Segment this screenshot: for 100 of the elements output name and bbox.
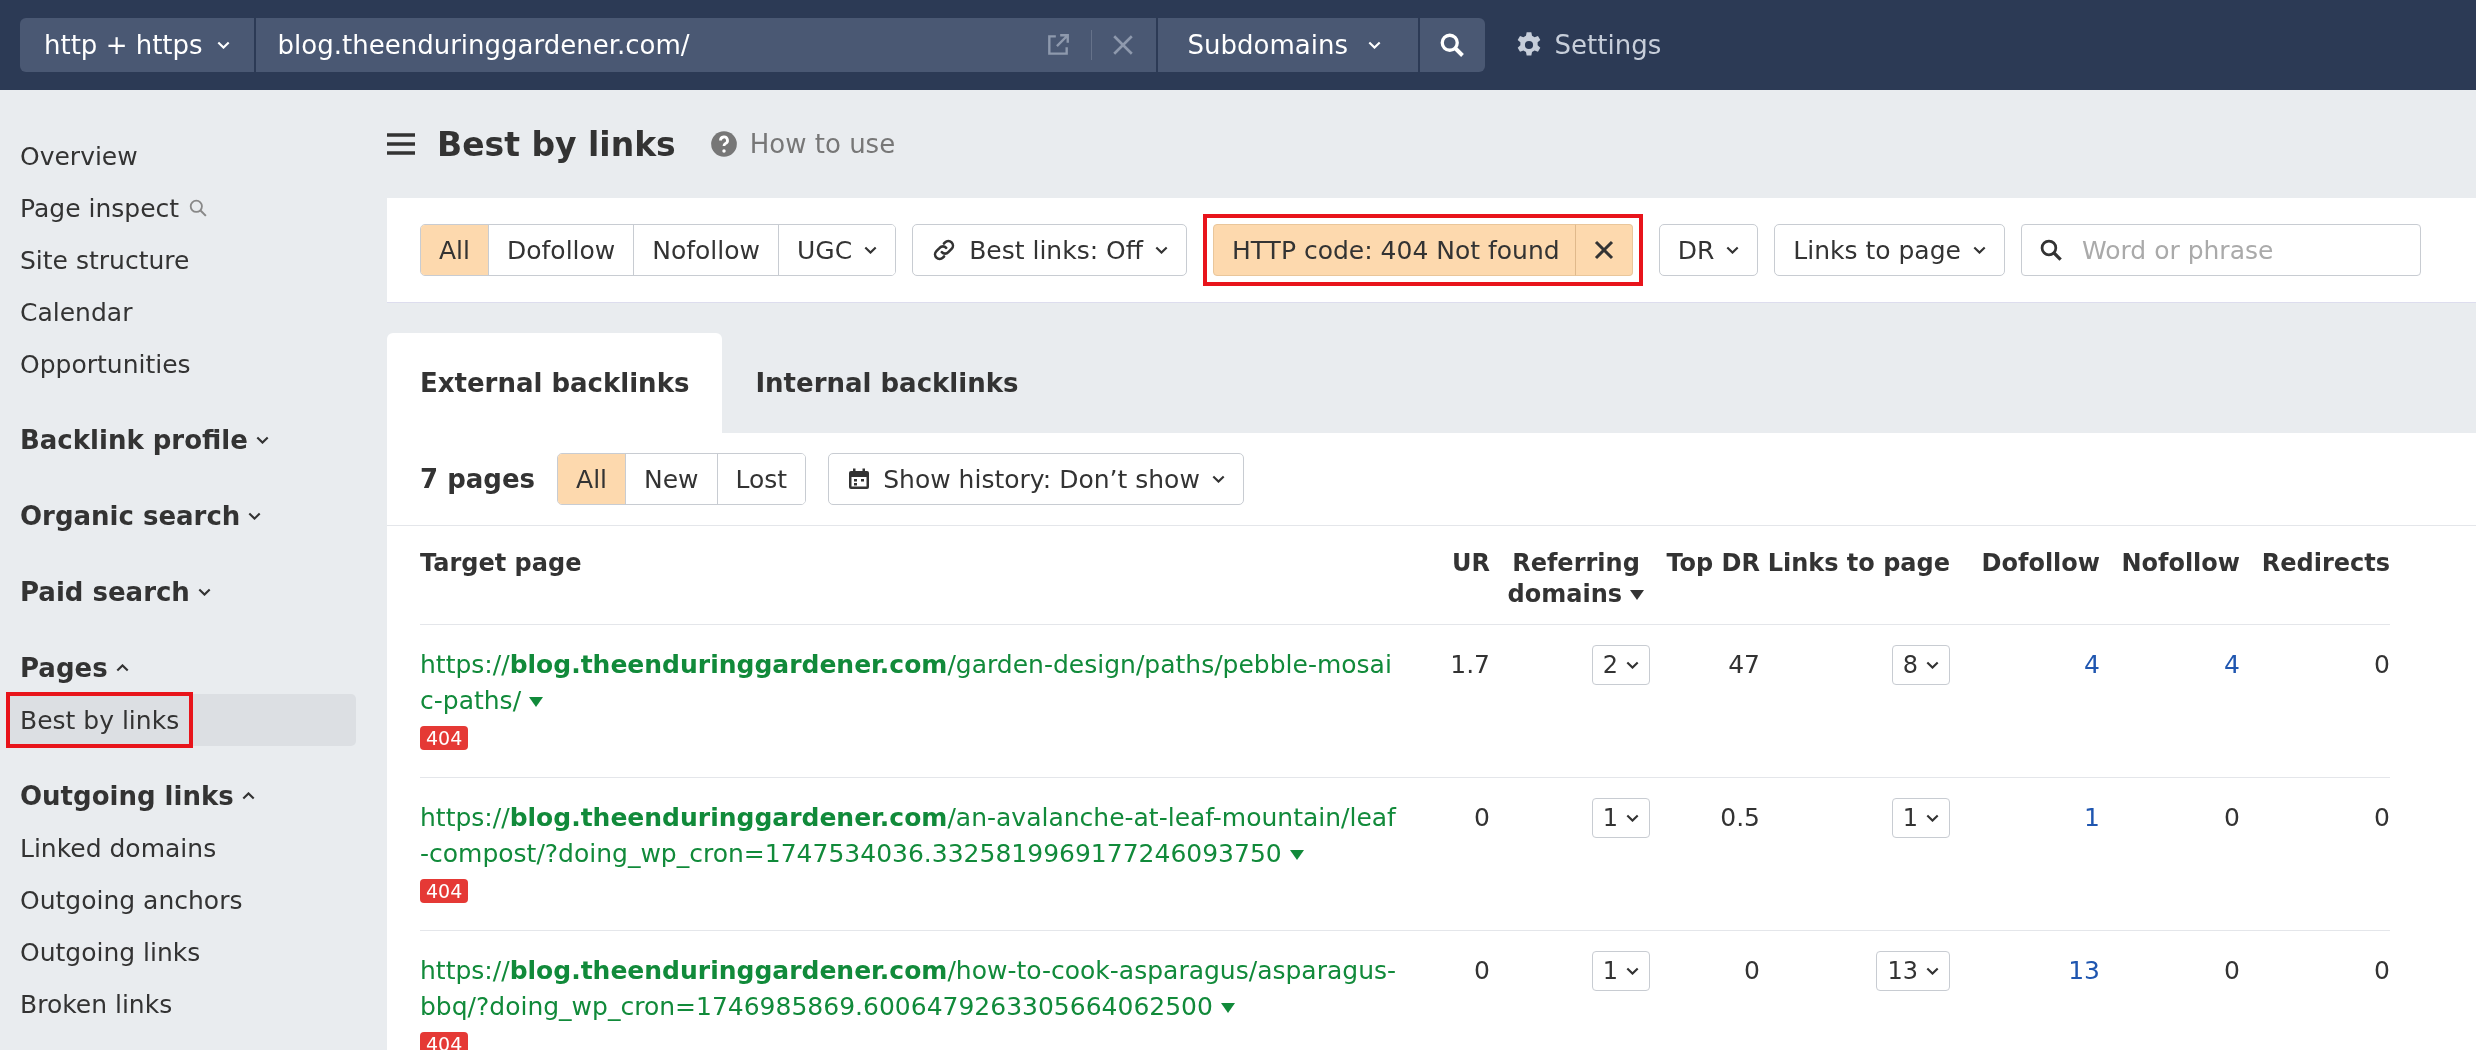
chevron-down-icon [1626, 814, 1639, 822]
status-badge: 404 [420, 726, 469, 750]
dropdown-triangle-icon[interactable] [1220, 1003, 1235, 1013]
sidebar-item[interactable]: Page inspect [8, 182, 220, 234]
chevron-down-icon [1726, 246, 1740, 254]
help-icon [709, 130, 738, 158]
chevron-up-icon [115, 664, 129, 672]
filter-option[interactable]: UGC [778, 225, 896, 275]
column-header[interactable]: Top DR [1666, 548, 1760, 579]
close-button[interactable] [1574, 224, 1633, 276]
chevron-down-icon [1926, 967, 1939, 975]
target-page-link[interactable]: https://blog.theenduringgardener.com/garden-design/paths/pebble-mosaic-paths/ [420, 647, 1400, 719]
value-dropdown[interactable]: 8 [1891, 645, 1950, 685]
search-icon [1440, 33, 1465, 57]
url-bar[interactable]: blog.theenduringgardener.com/ [255, 18, 1156, 72]
target-page-link[interactable]: https://blog.theenduringgardener.com/an-avalanche-at-leaf-mountain/leaf-compost/?doing_wp_cron=1747534036.3325819969177246093750 [420, 800, 1400, 872]
filter-dropdown[interactable]: DR [1658, 224, 1759, 276]
count-link[interactable]: 13 [2068, 953, 2100, 989]
table-cell-text: 0 [2374, 802, 2390, 834]
search-field[interactable]: Word or phrase [2020, 224, 2421, 276]
chevron-down-icon [1926, 661, 1939, 669]
page-count: 7 pages [420, 464, 536, 494]
search-button[interactable] [1419, 18, 1485, 72]
chevron-down-icon [1972, 246, 1986, 254]
value-dropdown[interactable]: 1 [1591, 951, 1650, 991]
calendar-icon [847, 467, 872, 491]
dropdown-triangle-icon[interactable] [1289, 850, 1304, 860]
sidebar-item[interactable]: Site structure [8, 234, 202, 286]
search-icon [189, 199, 208, 217]
chevron-down-icon [216, 41, 230, 49]
column-header[interactable]: Dofollow [1981, 548, 2100, 579]
dropdown-triangle-icon[interactable] [529, 697, 543, 707]
page-title: Best by links [437, 124, 676, 164]
sidebar-item[interactable]: Broken links [8, 978, 185, 1030]
sidebar-item[interactable]: Overview [8, 130, 150, 182]
table-cell-text: 0 [2224, 955, 2240, 987]
chevron-down-icon [248, 512, 262, 520]
tab[interactable]: Internal backlinks [722, 333, 1052, 433]
column-header[interactable]: Links to page [1767, 548, 1950, 579]
count-link[interactable]: 4 [2224, 647, 2240, 683]
chevron-down-icon [1211, 475, 1225, 483]
sidebar-item[interactable]: Best by links [8, 694, 192, 746]
protocol-dropdown[interactable]: http + https [20, 18, 254, 72]
history-option[interactable]: Lost [716, 454, 806, 504]
value-dropdown[interactable]: 1 [1591, 798, 1650, 838]
value-dropdown[interactable]: 2 [1591, 645, 1650, 685]
sort-descending-icon [1630, 590, 1645, 600]
count-link[interactable]: 1 [2084, 800, 2100, 836]
url-field[interactable]: blog.theenduringgardener.com/ [277, 30, 1025, 60]
table-cell-text: 0 [1744, 955, 1760, 987]
value-dropdown[interactable]: 13 [1876, 951, 1950, 991]
chevron-down-icon [197, 588, 211, 596]
chevron-down-icon [864, 246, 878, 254]
sidebar-section[interactable]: Organic search [8, 490, 387, 542]
help-link[interactable]: How to use [709, 129, 896, 159]
history-dropdown[interactable]: Show history: Don’t show [828, 453, 1244, 505]
sidebar-section[interactable]: Pages [8, 642, 387, 694]
table-cell-text: 1.7 [1450, 649, 1490, 681]
chevron-up-icon [241, 792, 255, 800]
search-icon [2039, 239, 2062, 261]
table-cell-text: 0 [2224, 802, 2240, 834]
count-link[interactable]: 4 [2084, 647, 2100, 683]
chevron-down-icon [255, 436, 269, 444]
table-cell-text: 0 [1474, 802, 1490, 834]
chevron-down-icon [1926, 814, 1939, 822]
table-cell-text: 47 [1728, 649, 1760, 681]
tab[interactable]: External backlinks [387, 333, 723, 433]
column-header[interactable]: Referring domains [1502, 548, 1650, 610]
status-badge: 404 [420, 879, 469, 903]
table-cell-text: 0.5 [1720, 802, 1760, 834]
sidebar-section[interactable]: Backlink profile [8, 414, 387, 466]
table-cell-text: 0 [1474, 955, 1490, 987]
table-cell-text: 0 [2374, 649, 2390, 681]
sidebar-item[interactable]: Opportunities [8, 338, 203, 390]
chevron-down-icon [1155, 246, 1168, 254]
sidebar-item[interactable]: Outgoing anchors [8, 874, 255, 926]
column-header[interactable]: Nofollow [2121, 548, 2240, 579]
chevron-down-icon [1626, 967, 1639, 975]
filter-dropdown[interactable]: Links to page [1774, 224, 2005, 276]
sidebar-section[interactable]: Paid search [8, 566, 387, 618]
close-icon [1593, 240, 1614, 260]
sidebar-item[interactable]: Calendar [8, 286, 145, 338]
column-header[interactable]: Redirects [2261, 548, 2390, 579]
chevron-down-icon [1626, 661, 1639, 669]
table-cell-text: 0 [2374, 955, 2390, 987]
sidebar-item[interactable]: Linked domains [8, 822, 229, 874]
clear-icon[interactable] [1111, 34, 1134, 56]
target-page-link[interactable]: https://blog.theenduringgardener.com/how-to-cook-asparagus/asparagus-bbq/?doing_wp_cron=1746985869.6006479263305664062500 [420, 953, 1400, 1025]
menu-icon[interactable] [387, 132, 415, 156]
value-dropdown[interactable]: 1 [1891, 798, 1950, 838]
history-option[interactable]: All [558, 454, 626, 504]
column-header[interactable]: Target page [420, 548, 582, 579]
sidebar-item[interactable]: Outgoing links [8, 926, 213, 978]
filter-option[interactable]: All [421, 225, 488, 275]
sidebar-section[interactable]: Outgoing links [8, 770, 387, 822]
scope-dropdown[interactable]: Subdomains [1157, 18, 1418, 72]
settings-button[interactable]: Settings [1514, 30, 1662, 60]
best-links-dropdown[interactable]: Best links: Off [912, 224, 1187, 276]
chevron-down-icon [1368, 41, 1381, 49]
column-header[interactable]: UR [1452, 548, 1490, 579]
